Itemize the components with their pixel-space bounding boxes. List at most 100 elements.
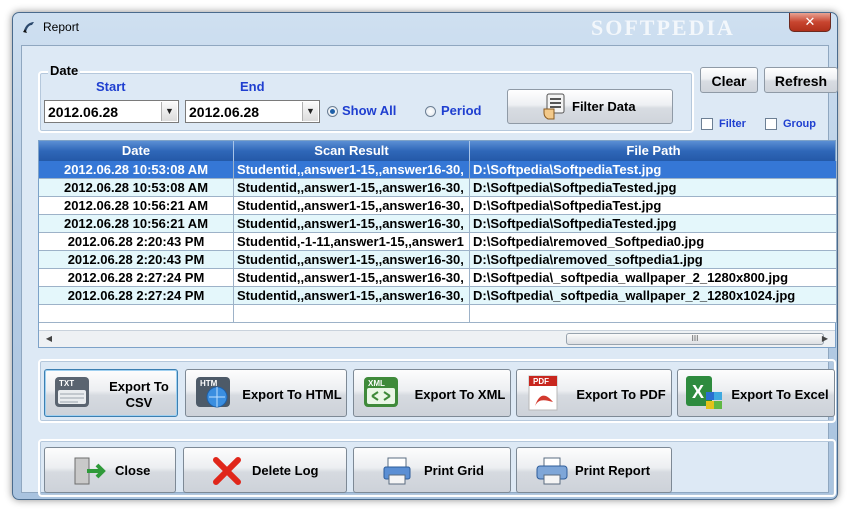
report-app-icon [23,22,34,33]
date-cell: 2012.06.28 10:53:08 AM [39,161,234,179]
date-group-legend: Date [48,63,81,78]
end-label: End [240,79,265,94]
column-header-scan-result[interactable]: Scan Result [234,141,470,161]
scan-result-cell: Studentid,,answer1-15,,answer16-30, [234,215,470,233]
report-window: Report SOFTPEDIA ✕ Date Start End 2012.0… [12,12,838,500]
end-date-value: 2012.06.28 [189,104,260,120]
start-date-picker[interactable]: 2012.06.28 ▼ [44,100,179,123]
scroll-right-icon[interactable]: ▶ [817,331,833,347]
scan-result-cell: Studentid,,answer1-15,,answer16-30, [234,269,470,287]
date-cell: 2012.06.28 10:56:21 AM [39,197,234,215]
end-date-picker[interactable]: 2012.06.28 ▼ [185,100,320,123]
htm-badge: HTM [200,379,218,388]
pdf-file-icon: PDF [528,375,558,411]
filter-list-icon [543,93,565,120]
period-label[interactable]: Period [441,103,481,118]
clear-label: Clear [711,73,747,89]
filter-data-button[interactable]: Filter Data [507,89,673,124]
export-csv-label-line1: Export To [109,379,169,394]
close-label: Close [115,463,151,478]
chevron-down-icon[interactable]: ▼ [161,102,177,121]
column-header-file-path[interactable]: File Path [470,141,837,161]
print-grid-icon [383,457,411,485]
export-xml-button[interactable]: XML Export To XML [353,369,511,417]
filter-checkbox[interactable] [701,118,713,130]
file-path-cell: D:\Softpedia\SoftpediaTested.jpg [470,179,837,197]
xml-file-icon: XML [364,377,398,407]
refresh-button[interactable]: Refresh [764,67,838,93]
file-path-cell: D:\Softpedia\SoftpediaTested.jpg [470,215,837,233]
table-row[interactable]: 2012.06.28 2:20:43 PM Studentid,-1-11,an… [39,233,837,251]
table-row[interactable]: 2012.06.28 10:53:08 AM Studentid,,answer… [39,161,837,179]
export-csv-button[interactable]: TXT Export To CSV [44,369,178,417]
close-button[interactable]: Close [44,447,176,493]
export-xml-label: Export To XML [414,387,506,402]
scan-result-cell: Studentid,,answer1-15,,answer16-30, [234,179,470,197]
window-close-button[interactable]: ✕ [789,13,831,32]
file-path-cell: D:\Softpedia\removed_softpedia1.jpg [470,251,837,269]
file-path-cell: D:\Softpedia\_softpedia_wallpaper_2_1280… [470,269,837,287]
empty-cell [470,305,837,323]
delete-log-button[interactable]: Delete Log [183,447,347,493]
scroll-left-icon[interactable]: ◀ [41,331,57,347]
column-header-date[interactable]: Date [39,141,234,161]
date-group: Date Start End 2012.06.28 ▼ 2012.06.28 ▼… [38,63,694,133]
scan-result-cell: Studentid,-1-11,answer1-15,,answer1 [234,233,470,251]
grid-header: Date Scan Result File Path [39,141,835,161]
chevron-down-icon[interactable]: ▼ [302,102,318,121]
table-row[interactable]: 2012.06.28 10:56:21 AM Studentid,,answer… [39,215,837,233]
group-checkbox-label[interactable]: Group [783,118,816,130]
html-file-icon: HTM [196,377,230,408]
date-cell: 2012.06.28 2:27:24 PM [39,287,234,305]
delete-log-label: Delete Log [252,463,319,478]
export-pdf-button[interactable]: PDF Export To PDF [516,369,672,417]
filter-checkbox-label[interactable]: Filter [719,118,746,130]
export-group: TXT Export To CSV HTM Export To HTML XML… [38,359,836,423]
table-row[interactable]: 2012.06.28 2:27:24 PM Studentid,,answer1… [39,287,837,305]
date-cell: 2012.06.28 10:56:21 AM [39,215,234,233]
file-path-cell: D:\Softpedia\SoftpediaTest.jpg [470,197,837,215]
print-grid-label: Print Grid [424,463,484,478]
show-all-label[interactable]: Show All [342,103,396,118]
scan-result-cell: Studentid,,answer1-15,,answer16-30, [234,251,470,269]
print-report-label: Print Report [575,463,651,478]
xml-badge: XML [368,379,385,388]
excel-badge: X [692,382,704,402]
client-area: Date Start End 2012.06.28 ▼ 2012.06.28 ▼… [21,45,838,497]
scrollbar-thumb[interactable]: III [566,333,824,345]
empty-cell [234,305,470,323]
excel-file-icon: X [686,376,722,409]
export-csv-label-line2: CSV [125,395,153,410]
period-radio[interactable] [425,106,436,117]
table-row-empty[interactable] [39,305,837,323]
refresh-label: Refresh [774,73,828,89]
start-date-value: 2012.06.28 [48,104,119,120]
file-path-cell: D:\Softpedia\removed_Softpedia0.jpg [470,233,837,251]
table-row[interactable]: 2012.06.28 2:27:24 PM Studentid,,answer1… [39,269,837,287]
clear-button[interactable]: Clear [700,67,758,93]
print-grid-button[interactable]: Print Grid [353,447,511,493]
window-title: Report [43,20,80,34]
export-excel-button[interactable]: X Export To Excel [677,369,835,417]
group-checkbox[interactable] [765,118,777,130]
date-cell: 2012.06.28 10:53:08 AM [39,179,234,197]
report-grid[interactable]: Date Scan Result File Path 2012.06.28 10… [38,140,837,348]
print-report-button[interactable]: Print Report [516,447,672,493]
txt-file-icon: TXT [55,377,89,407]
table-row[interactable]: 2012.06.28 10:56:21 AM Studentid,,answer… [39,197,837,215]
export-excel-label: Export To Excel [731,387,829,402]
table-row[interactable]: 2012.06.28 10:53:08 AM Studentid,,answer… [39,179,837,197]
printer-icon [536,457,568,485]
softpedia-watermark: SOFTPEDIA [591,15,735,40]
file-path-cell: D:\Softpedia\SoftpediaTest.jpg [470,161,837,179]
action-group: Close Delete Log Print Grid Print Report [38,439,836,497]
date-cell: 2012.06.28 2:20:43 PM [39,233,234,251]
show-all-radio[interactable] [327,106,338,117]
export-html-button[interactable]: HTM Export To HTML [185,369,347,417]
date-cell: 2012.06.28 2:27:24 PM [39,269,234,287]
export-html-label: Export To HTML [242,387,342,402]
start-label: Start [96,79,126,94]
title-bar[interactable]: Report SOFTPEDIA ✕ [13,13,837,41]
table-row[interactable]: 2012.06.28 2:20:43 PM Studentid,,answer1… [39,251,837,269]
horizontal-scrollbar[interactable]: ◀ III ▶ [39,330,835,347]
